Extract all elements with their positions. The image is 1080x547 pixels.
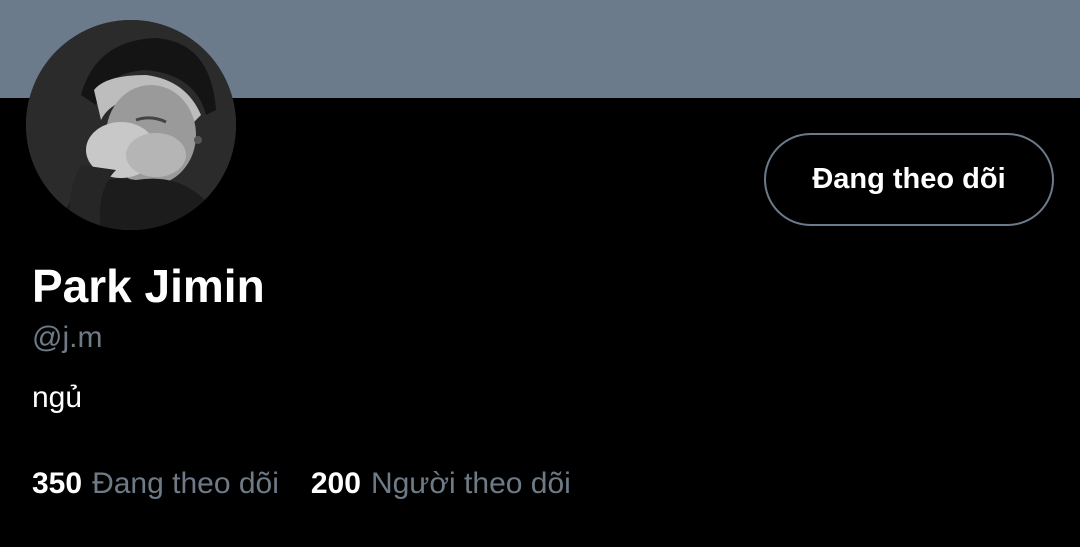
- following-button[interactable]: Đang theo dõi: [764, 133, 1054, 226]
- following-count: 350: [32, 467, 83, 500]
- followers-stat-link[interactable]: 200 Người theo dõi: [311, 466, 571, 502]
- avatar-photo-icon: [26, 20, 236, 230]
- followers-count: 200: [310, 467, 361, 500]
- profile-header: Đang theo dõi Park Jimin @j.m ngủ 350 Đa…: [0, 0, 1080, 547]
- display-name: Park Jimin: [32, 260, 265, 312]
- profile-bio: ngủ: [32, 381, 83, 414]
- following-label: Đang theo dõi: [92, 467, 279, 500]
- username-handle: @j.m: [32, 321, 103, 354]
- followers-label: Người theo dõi: [370, 467, 571, 500]
- follow-stats: 350 Đang theo dõi 200 Người theo dõi: [32, 466, 571, 502]
- avatar[interactable]: [26, 20, 236, 230]
- following-stat-link[interactable]: 350 Đang theo dõi: [32, 466, 279, 502]
